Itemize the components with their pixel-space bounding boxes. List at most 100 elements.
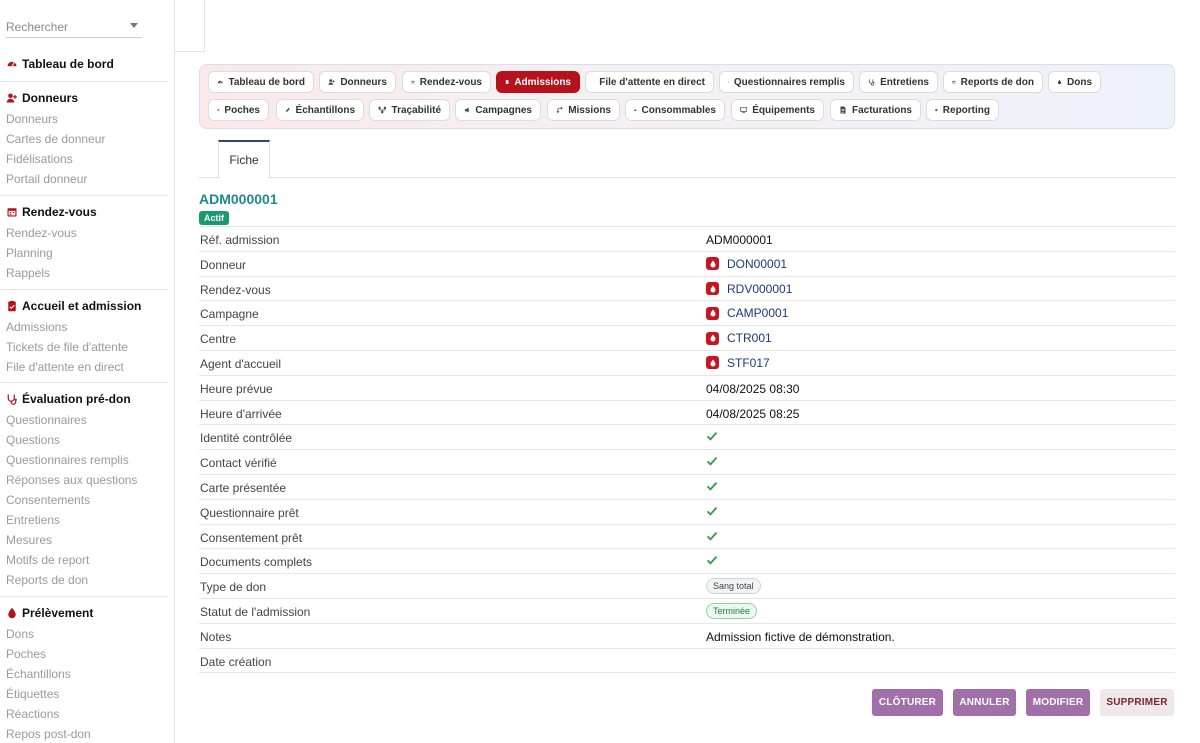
sidebar-item[interactable]: Échantillons xyxy=(6,667,71,681)
sidebar-item[interactable]: Admissions xyxy=(6,320,67,334)
field-label: Réf. admission xyxy=(200,233,280,247)
record-link[interactable]: DON00001 xyxy=(727,257,787,271)
sidebar-item[interactable]: Rendez-vous xyxy=(6,226,77,240)
check-icon xyxy=(706,531,718,541)
field-value xyxy=(706,530,718,542)
field-value: Admission fictive de démonstration. xyxy=(706,629,895,644)
calendar-icon xyxy=(411,80,415,84)
record-link[interactable]: RDV000001 xyxy=(727,282,792,296)
user-plus-icon xyxy=(6,93,17,103)
sidebar-item[interactable]: Planning xyxy=(6,246,53,260)
tab-calendar-x[interactable]: Reports de don xyxy=(943,71,1043,93)
tab-network[interactable]: Traçabilité xyxy=(369,99,450,121)
detail-row: Identité contrôlée xyxy=(199,425,1175,451)
sidebar-item[interactable]: Questions xyxy=(6,433,60,447)
type-pill: Sang total xyxy=(706,578,761,595)
sidebar-group-clipboard[interactable]: Accueil et admission xyxy=(6,299,141,313)
tab-label: Questionnaires remplis xyxy=(733,76,845,88)
field-label: Carte présentée xyxy=(200,480,287,495)
chevron-down-icon[interactable] xyxy=(130,23,138,28)
sidebar-item[interactable]: Étiquettes xyxy=(6,687,59,701)
tab-label: File d'attente en direct xyxy=(599,76,705,88)
cancel-button[interactable]: ANNULER xyxy=(953,689,1016,716)
field-value xyxy=(706,554,718,566)
tab-calendar[interactable]: Rendez-vous xyxy=(402,71,491,93)
sidebar-item[interactable]: Repos post-don xyxy=(6,727,91,741)
sidebar-group-title: Rendez-vous xyxy=(22,205,97,219)
sidebar-group-user-plus[interactable]: Donneurs xyxy=(6,91,78,105)
tab-monitor[interactable]: Équipements xyxy=(731,99,824,121)
sidebar-item[interactable]: Dons xyxy=(6,627,34,641)
sidebar-item[interactable]: Questionnaires xyxy=(6,413,87,427)
tab-form[interactable]: Questionnaires remplis xyxy=(719,71,854,93)
sidebar-item[interactable]: Motifs de report xyxy=(6,553,89,567)
sidebar-group-title: Évaluation pré-don xyxy=(22,392,131,406)
clipboard-icon xyxy=(8,300,16,312)
sidebar-item[interactable]: Réactions xyxy=(6,707,59,721)
sidebar-item[interactable]: Tickets de file d'attente xyxy=(6,340,128,354)
tab-label: Tableau de bord xyxy=(228,76,306,88)
search-select[interactable]: Rechercher xyxy=(6,14,142,38)
close-button[interactable]: CLÔTURER xyxy=(872,689,943,716)
delete-button[interactable]: SUPPRIMER xyxy=(1100,689,1174,716)
sidebar-item[interactable]: Mesures xyxy=(6,533,52,547)
detail-row: Campagne CAMP0001 xyxy=(199,301,1175,327)
tab-hourglass[interactable]: File d'attente en direct xyxy=(585,71,714,93)
tab-user-plus[interactable]: Donneurs xyxy=(319,71,396,93)
tab-pie[interactable]: Reporting xyxy=(926,99,999,121)
tab-label: Reporting xyxy=(942,104,990,116)
sidebar-item[interactable]: Reports de don xyxy=(6,573,88,587)
sidebar-group-calendar[interactable]: Rendez-vous xyxy=(6,205,97,219)
tab-bag[interactable]: Poches xyxy=(208,99,269,121)
sidebar-item[interactable]: Donneurs xyxy=(6,112,58,126)
tab-label: Reports de don xyxy=(960,76,1034,88)
tab-boxes[interactable]: Consommables xyxy=(625,99,725,121)
sidebar-item[interactable]: Portail donneur xyxy=(6,172,87,186)
pie-icon xyxy=(935,108,938,112)
record-link[interactable]: CTR001 xyxy=(727,331,772,345)
sidebar-item[interactable]: Consentements xyxy=(6,493,90,507)
tab-dashboard[interactable]: Tableau de bord xyxy=(208,71,314,93)
sidebar-item[interactable]: Fidélisations xyxy=(6,152,73,166)
field-label: Heure prévue xyxy=(200,381,273,396)
sidebar-group-dashboard[interactable]: Tableau de bord xyxy=(6,57,114,71)
tab-pen[interactable]: Échantillons xyxy=(276,99,364,121)
tab-megaphone[interactable]: Campagnes xyxy=(455,99,541,121)
field-value: CTR001 xyxy=(706,331,772,345)
detail-row: Notes Admission fictive de démonstration. xyxy=(199,624,1175,649)
sidebar-group-drop[interactable]: Prélèvement xyxy=(6,606,93,620)
clipboard-icon xyxy=(505,80,509,84)
field-value: STF017 xyxy=(706,356,770,370)
check-icon xyxy=(706,481,718,491)
record-link[interactable]: STF017 xyxy=(727,356,770,370)
tab-label: Donneurs xyxy=(340,76,387,88)
sidebar-item[interactable]: Rappels xyxy=(6,266,50,280)
tab-route[interactable]: Missions xyxy=(547,99,620,121)
sidebar-item[interactable]: Cartes de donneur xyxy=(6,132,105,146)
megaphone-icon xyxy=(464,107,469,113)
sidebar-group-title: Donneurs xyxy=(22,91,79,105)
tab-fiche[interactable]: Fiche xyxy=(218,140,270,178)
sidebar-item[interactable]: Poches xyxy=(6,647,46,661)
edit-button[interactable]: MODIFIER xyxy=(1026,689,1090,716)
tab-clipboard[interactable]: Admissions xyxy=(496,71,580,93)
tab-drop[interactable]: Dons xyxy=(1048,71,1101,93)
detail-row: Carte présentée xyxy=(199,475,1175,500)
sidebar-group-stethoscope[interactable]: Évaluation pré-don xyxy=(6,392,131,406)
field-label: Contact vérifié xyxy=(200,456,277,471)
tab-label: Traçabilité xyxy=(391,104,441,116)
drop-icon xyxy=(8,607,16,619)
sidebar-item[interactable]: Questionnaires remplis xyxy=(6,453,129,467)
record-link[interactable]: CAMP0001 xyxy=(727,306,788,320)
tab-label: Poches xyxy=(224,104,260,116)
sidebar-item[interactable]: File d'attente en direct xyxy=(6,360,124,374)
sidebar-item[interactable]: Entretiens xyxy=(6,513,60,527)
sidebar-divider xyxy=(0,81,168,82)
tab-invoice[interactable]: Facturations xyxy=(830,99,921,121)
detail-row: Date création xyxy=(199,649,1175,674)
sidebar-item[interactable]: Réponses aux questions xyxy=(6,473,137,487)
blood-drop-icon xyxy=(706,306,719,320)
top-corner-panel xyxy=(175,0,205,52)
tab-stethoscope[interactable]: Entretiens xyxy=(859,71,938,93)
pen-icon xyxy=(286,107,290,112)
